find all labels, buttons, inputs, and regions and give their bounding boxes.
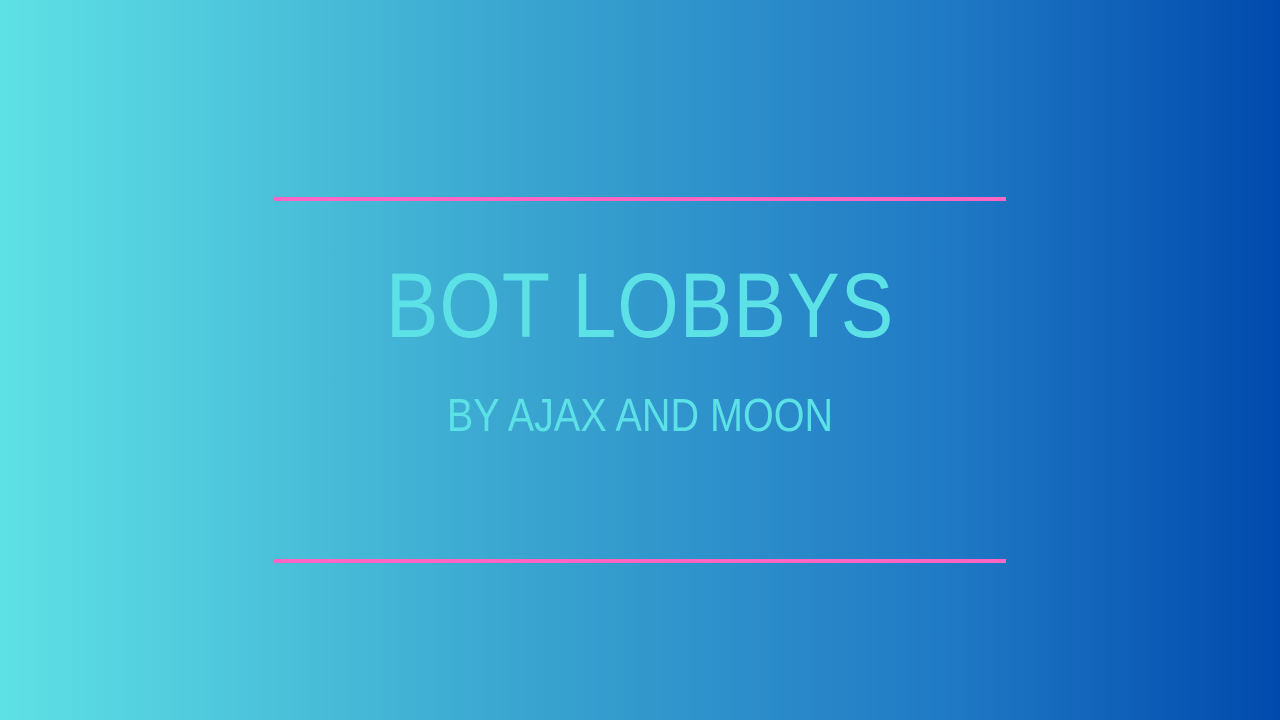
slide-title: BOT LOBBYS [385, 255, 895, 357]
slide-subtitle: BY AJAX AND MOON [446, 389, 834, 441]
top-divider-line [274, 197, 1006, 201]
bottom-divider-line [274, 559, 1006, 563]
